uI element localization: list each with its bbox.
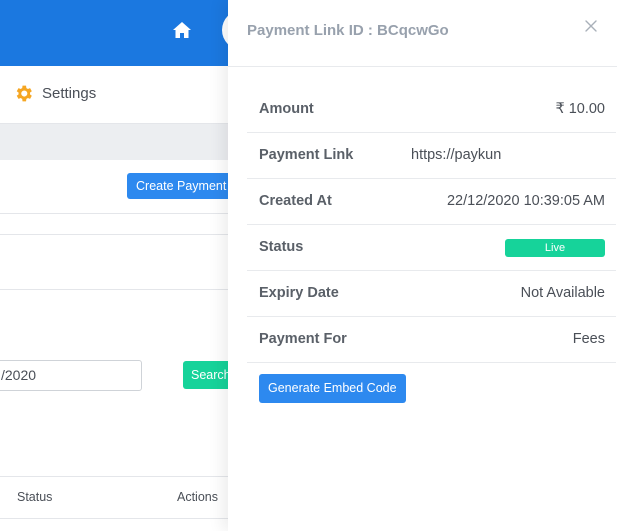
home-icon[interactable] — [172, 20, 192, 40]
row-label: Payment For — [259, 331, 347, 347]
panel-header: Payment Link ID : BCqcwGo — [228, 0, 617, 67]
row-label: Amount — [259, 101, 314, 117]
close-icon[interactable] — [583, 18, 599, 34]
settings-label: Settings — [42, 85, 97, 102]
status-badge: Live — [505, 239, 605, 257]
detail-row-expiry-date: Expiry Date Not Available — [247, 271, 616, 317]
row-label: Payment Link — [259, 147, 354, 163]
detail-row-status: Status Live — [247, 225, 616, 271]
detail-row-payment-for: Payment For Fees — [247, 317, 616, 363]
detail-row-created-at: Created At 22/12/2020 10:39:05 AM — [247, 179, 616, 225]
detail-row-payment-link: Payment Link https://paykun — [247, 133, 616, 179]
create-payment-link-button[interactable]: Create Payment Link — [127, 173, 237, 199]
detail-row-amount: Amount ₹ 10.00 — [247, 87, 616, 133]
payment-link-value[interactable]: https://paykun — [411, 147, 515, 163]
created-at-value: 22/12/2020 10:39:05 AM — [446, 193, 605, 209]
row-label: Created At — [259, 193, 332, 209]
detail-rows: Amount ₹ 10.00 Payment Link https://payk… — [247, 87, 616, 363]
payment-link-detail-panel: Payment Link ID : BCqcwGo Amount ₹ 10.00… — [228, 0, 617, 531]
payment-for-value: Fees — [572, 331, 605, 347]
table-header-actions: Actions — [177, 490, 218, 504]
row-label: Expiry Date — [259, 285, 339, 301]
expiry-date-value: Not Available — [520, 285, 605, 301]
date-range-input[interactable]: /2020 — [0, 360, 142, 391]
amount-value: ₹ 10.00 — [555, 101, 605, 117]
table-header-status: Status — [17, 490, 53, 504]
row-label: Status — [259, 239, 304, 255]
panel-title: Payment Link ID : BCqcwGo — [247, 22, 449, 39]
generate-embed-code-button[interactable]: Generate Embed Code — [259, 374, 406, 403]
gear-icon — [16, 85, 32, 102]
settings-link[interactable]: Settings — [13, 83, 96, 104]
